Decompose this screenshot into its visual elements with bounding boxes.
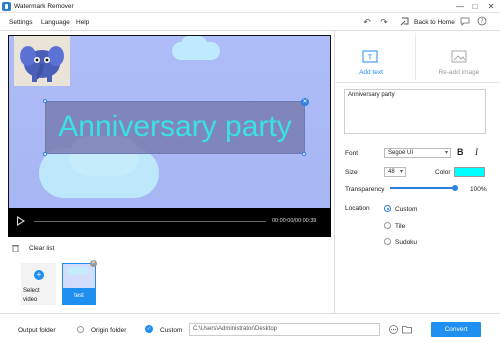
media-item-label: test: [74, 293, 84, 299]
maximize-button[interactable]: □: [468, 0, 482, 13]
italic-button[interactable]: I: [475, 147, 478, 157]
font-select[interactable]: Segoe UI ▾: [384, 148, 451, 158]
add-image-icon[interactable]: [451, 50, 467, 63]
add-icon[interactable]: +: [34, 270, 44, 280]
elephant-watermark-image: [14, 36, 70, 86]
remove-item-icon[interactable]: ✕: [90, 260, 97, 267]
tab-add-text[interactable]: Add text: [346, 69, 396, 76]
location-sudoku-label: Sudoku: [395, 239, 418, 246]
transparency-label: Transparency: [345, 186, 385, 193]
location-tile-label: Tile: [395, 223, 406, 230]
tab-separator: [415, 33, 416, 80]
menu-settings[interactable]: Settings: [9, 19, 33, 26]
location-sudoku-radio[interactable]: [384, 238, 391, 245]
resize-handle-bottom-left[interactable]: [43, 152, 47, 156]
output-path-input[interactable]: C:\Users\Administrator\Desktop: [189, 323, 380, 336]
progress-bar[interactable]: [34, 221, 266, 222]
location-custom-label: Custom: [395, 206, 418, 213]
svg-text:?: ?: [480, 18, 483, 25]
playback-time: 00:00:00/00:00:39: [272, 218, 317, 224]
output-folder-label: Output folder: [18, 327, 56, 334]
font-label: Font: [345, 150, 359, 157]
color-picker[interactable]: [454, 167, 485, 177]
chevron-down-icon: ▾: [399, 169, 403, 175]
close-window-button[interactable]: ✕: [484, 0, 498, 13]
tab-divider: [334, 82, 500, 83]
folder-icon[interactable]: [402, 325, 412, 334]
title-bar: [0, 0, 500, 13]
back-to-home-link[interactable]: Back to Home: [414, 19, 455, 26]
trash-icon[interactable]: [12, 244, 19, 253]
convert-button[interactable]: Convert: [431, 322, 481, 337]
add-text-icon[interactable]: T: [362, 50, 378, 63]
location-custom-radio[interactable]: [384, 205, 391, 212]
transparency-value: 100%: [470, 186, 487, 193]
chat-icon[interactable]: [459, 16, 471, 28]
resize-handle-bottom-right[interactable]: [302, 152, 306, 156]
play-icon[interactable]: [17, 216, 25, 226]
menu-language[interactable]: Language: [41, 19, 70, 26]
tab-re-add-image[interactable]: Re-add image: [428, 69, 490, 76]
custom-folder-check-icon[interactable]: ✓: [145, 325, 153, 333]
resize-handle-top-left[interactable]: [43, 99, 47, 103]
watermark-text-input[interactable]: Anniversary party: [344, 89, 486, 134]
custom-folder-label: Custom: [160, 327, 183, 334]
chevron-down-icon: ▾: [444, 150, 448, 156]
size-select[interactable]: 48 ▾: [384, 167, 406, 177]
origin-folder-radio[interactable]: [77, 326, 84, 333]
watermark-text: Anniversary party: [58, 110, 292, 143]
location-label: Location: [345, 205, 370, 212]
color-label: Color: [435, 169, 451, 176]
help-icon[interactable]: ?: [476, 16, 488, 28]
close-text-icon[interactable]: ✕: [301, 98, 309, 106]
transparency-slider-thumb[interactable]: [452, 185, 458, 191]
size-label: Size: [345, 169, 358, 176]
transparency-slider[interactable]: [390, 187, 455, 189]
bold-button[interactable]: B: [457, 147, 464, 157]
undo-icon[interactable]: ↶: [361, 16, 373, 28]
origin-folder-label: Origin folder: [91, 327, 127, 334]
window-title: Watermark Remover: [14, 2, 74, 10]
select-video-label: Select video: [23, 288, 40, 303]
location-tile-radio[interactable]: [384, 222, 391, 229]
menu-help[interactable]: Help: [76, 19, 89, 26]
app-logo-icon: [2, 2, 11, 11]
redo-icon[interactable]: ↷: [378, 16, 390, 28]
home-icon[interactable]: [399, 16, 411, 28]
minimize-button[interactable]: —: [453, 0, 467, 13]
more-options-icon[interactable]: [389, 325, 398, 334]
svg-text:T: T: [367, 54, 373, 62]
clear-list-button[interactable]: Clear list: [29, 245, 54, 252]
